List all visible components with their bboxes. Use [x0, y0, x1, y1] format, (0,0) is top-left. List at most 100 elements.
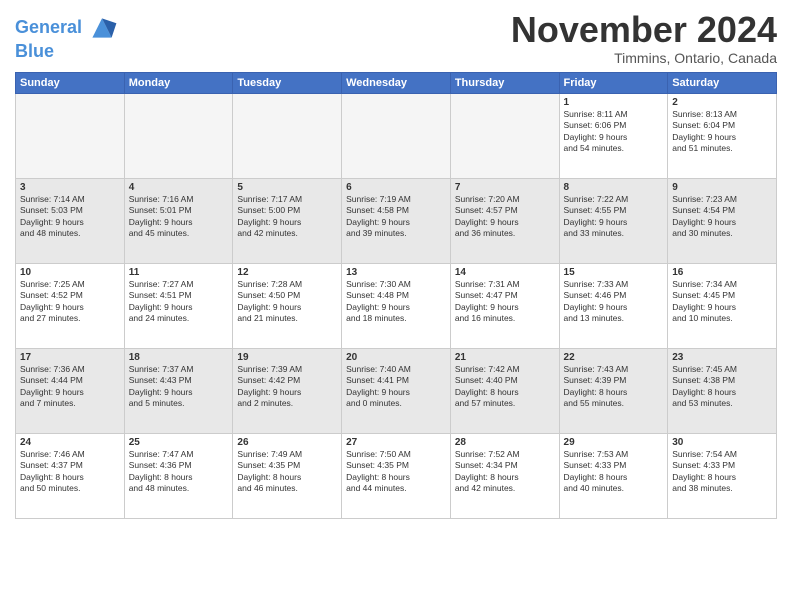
day-info: Sunrise: 7:46 AM Sunset: 4:37 PM Dayligh…	[20, 449, 120, 495]
day-number: 9	[672, 182, 772, 193]
col-header-wednesday: Wednesday	[342, 72, 451, 93]
day-info: Sunrise: 7:50 AM Sunset: 4:35 PM Dayligh…	[346, 449, 446, 495]
day-number: 12	[237, 267, 337, 278]
day-info: Sunrise: 7:20 AM Sunset: 4:57 PM Dayligh…	[455, 194, 555, 240]
calendar-cell: 7Sunrise: 7:20 AM Sunset: 4:57 PM Daylig…	[450, 178, 559, 263]
location: Timmins, Ontario, Canada	[511, 50, 777, 66]
day-number: 1	[564, 97, 664, 108]
calendar-cell: 26Sunrise: 7:49 AM Sunset: 4:35 PM Dayli…	[233, 433, 342, 518]
day-number: 2	[672, 97, 772, 108]
calendar-cell	[450, 93, 559, 178]
calendar-cell	[124, 93, 233, 178]
calendar-cell	[233, 93, 342, 178]
day-number: 26	[237, 437, 337, 448]
calendar-week-1: 1Sunrise: 8:11 AM Sunset: 6:06 PM Daylig…	[16, 93, 777, 178]
day-number: 4	[129, 182, 229, 193]
day-number: 25	[129, 437, 229, 448]
calendar-header-row: SundayMondayTuesdayWednesdayThursdayFrid…	[16, 72, 777, 93]
day-number: 20	[346, 352, 446, 363]
col-header-tuesday: Tuesday	[233, 72, 342, 93]
day-number: 23	[672, 352, 772, 363]
day-info: Sunrise: 7:52 AM Sunset: 4:34 PM Dayligh…	[455, 449, 555, 495]
calendar-week-2: 3Sunrise: 7:14 AM Sunset: 5:03 PM Daylig…	[16, 178, 777, 263]
day-info: Sunrise: 7:16 AM Sunset: 5:01 PM Dayligh…	[129, 194, 229, 240]
calendar-cell: 4Sunrise: 7:16 AM Sunset: 5:01 PM Daylig…	[124, 178, 233, 263]
day-info: Sunrise: 7:45 AM Sunset: 4:38 PM Dayligh…	[672, 364, 772, 410]
calendar-week-4: 17Sunrise: 7:36 AM Sunset: 4:44 PM Dayli…	[16, 348, 777, 433]
day-number: 7	[455, 182, 555, 193]
day-info: Sunrise: 8:11 AM Sunset: 6:06 PM Dayligh…	[564, 109, 664, 155]
day-info: Sunrise: 7:17 AM Sunset: 5:00 PM Dayligh…	[237, 194, 337, 240]
day-info: Sunrise: 7:47 AM Sunset: 4:36 PM Dayligh…	[129, 449, 229, 495]
day-info: Sunrise: 7:36 AM Sunset: 4:44 PM Dayligh…	[20, 364, 120, 410]
col-header-thursday: Thursday	[450, 72, 559, 93]
logo-text: General	[15, 18, 82, 38]
day-number: 29	[564, 437, 664, 448]
calendar-cell: 15Sunrise: 7:33 AM Sunset: 4:46 PM Dayli…	[559, 263, 668, 348]
day-info: Sunrise: 8:13 AM Sunset: 6:04 PM Dayligh…	[672, 109, 772, 155]
day-info: Sunrise: 7:14 AM Sunset: 5:03 PM Dayligh…	[20, 194, 120, 240]
calendar-cell: 10Sunrise: 7:25 AM Sunset: 4:52 PM Dayli…	[16, 263, 125, 348]
calendar-week-5: 24Sunrise: 7:46 AM Sunset: 4:37 PM Dayli…	[16, 433, 777, 518]
day-number: 16	[672, 267, 772, 278]
day-info: Sunrise: 7:23 AM Sunset: 4:54 PM Dayligh…	[672, 194, 772, 240]
day-info: Sunrise: 7:28 AM Sunset: 4:50 PM Dayligh…	[237, 279, 337, 325]
calendar-cell: 27Sunrise: 7:50 AM Sunset: 4:35 PM Dayli…	[342, 433, 451, 518]
logo: General Blue	[15, 14, 118, 62]
title-block: November 2024 Timmins, Ontario, Canada	[511, 10, 777, 66]
day-info: Sunrise: 7:39 AM Sunset: 4:42 PM Dayligh…	[237, 364, 337, 410]
calendar-cell: 23Sunrise: 7:45 AM Sunset: 4:38 PM Dayli…	[668, 348, 777, 433]
calendar-cell: 11Sunrise: 7:27 AM Sunset: 4:51 PM Dayli…	[124, 263, 233, 348]
calendar-cell: 16Sunrise: 7:34 AM Sunset: 4:45 PM Dayli…	[668, 263, 777, 348]
day-number: 18	[129, 352, 229, 363]
calendar-cell: 6Sunrise: 7:19 AM Sunset: 4:58 PM Daylig…	[342, 178, 451, 263]
month-title: November 2024	[511, 10, 777, 50]
calendar-cell: 3Sunrise: 7:14 AM Sunset: 5:03 PM Daylig…	[16, 178, 125, 263]
calendar-cell: 17Sunrise: 7:36 AM Sunset: 4:44 PM Dayli…	[16, 348, 125, 433]
calendar-cell: 19Sunrise: 7:39 AM Sunset: 4:42 PM Dayli…	[233, 348, 342, 433]
calendar-cell: 13Sunrise: 7:30 AM Sunset: 4:48 PM Dayli…	[342, 263, 451, 348]
day-info: Sunrise: 7:54 AM Sunset: 4:33 PM Dayligh…	[672, 449, 772, 495]
calendar-cell: 14Sunrise: 7:31 AM Sunset: 4:47 PM Dayli…	[450, 263, 559, 348]
day-number: 13	[346, 267, 446, 278]
day-number: 24	[20, 437, 120, 448]
day-info: Sunrise: 7:40 AM Sunset: 4:41 PM Dayligh…	[346, 364, 446, 410]
day-number: 5	[237, 182, 337, 193]
day-info: Sunrise: 7:33 AM Sunset: 4:46 PM Dayligh…	[564, 279, 664, 325]
page-container: General Blue November 2024 Timmins, Onta…	[0, 0, 792, 529]
day-info: Sunrise: 7:49 AM Sunset: 4:35 PM Dayligh…	[237, 449, 337, 495]
col-header-friday: Friday	[559, 72, 668, 93]
logo-blue: Blue	[15, 42, 118, 62]
calendar-cell: 30Sunrise: 7:54 AM Sunset: 4:33 PM Dayli…	[668, 433, 777, 518]
day-number: 22	[564, 352, 664, 363]
day-info: Sunrise: 7:34 AM Sunset: 4:45 PM Dayligh…	[672, 279, 772, 325]
col-header-sunday: Sunday	[16, 72, 125, 93]
day-info: Sunrise: 7:19 AM Sunset: 4:58 PM Dayligh…	[346, 194, 446, 240]
col-header-monday: Monday	[124, 72, 233, 93]
header: General Blue November 2024 Timmins, Onta…	[15, 10, 777, 66]
calendar-cell	[342, 93, 451, 178]
day-info: Sunrise: 7:27 AM Sunset: 4:51 PM Dayligh…	[129, 279, 229, 325]
logo-icon	[86, 14, 118, 42]
calendar-cell: 22Sunrise: 7:43 AM Sunset: 4:39 PM Dayli…	[559, 348, 668, 433]
calendar-cell	[16, 93, 125, 178]
day-info: Sunrise: 7:25 AM Sunset: 4:52 PM Dayligh…	[20, 279, 120, 325]
calendar-table: SundayMondayTuesdayWednesdayThursdayFrid…	[15, 72, 777, 519]
day-info: Sunrise: 7:30 AM Sunset: 4:48 PM Dayligh…	[346, 279, 446, 325]
day-number: 6	[346, 182, 446, 193]
day-info: Sunrise: 7:37 AM Sunset: 4:43 PM Dayligh…	[129, 364, 229, 410]
day-info: Sunrise: 7:53 AM Sunset: 4:33 PM Dayligh…	[564, 449, 664, 495]
calendar-cell: 1Sunrise: 8:11 AM Sunset: 6:06 PM Daylig…	[559, 93, 668, 178]
calendar-cell: 29Sunrise: 7:53 AM Sunset: 4:33 PM Dayli…	[559, 433, 668, 518]
calendar-cell: 18Sunrise: 7:37 AM Sunset: 4:43 PM Dayli…	[124, 348, 233, 433]
day-info: Sunrise: 7:43 AM Sunset: 4:39 PM Dayligh…	[564, 364, 664, 410]
day-info: Sunrise: 7:42 AM Sunset: 4:40 PM Dayligh…	[455, 364, 555, 410]
calendar-cell: 25Sunrise: 7:47 AM Sunset: 4:36 PM Dayli…	[124, 433, 233, 518]
day-number: 21	[455, 352, 555, 363]
day-number: 8	[564, 182, 664, 193]
col-header-saturday: Saturday	[668, 72, 777, 93]
day-info: Sunrise: 7:22 AM Sunset: 4:55 PM Dayligh…	[564, 194, 664, 240]
day-number: 15	[564, 267, 664, 278]
day-number: 17	[20, 352, 120, 363]
calendar-cell: 28Sunrise: 7:52 AM Sunset: 4:34 PM Dayli…	[450, 433, 559, 518]
